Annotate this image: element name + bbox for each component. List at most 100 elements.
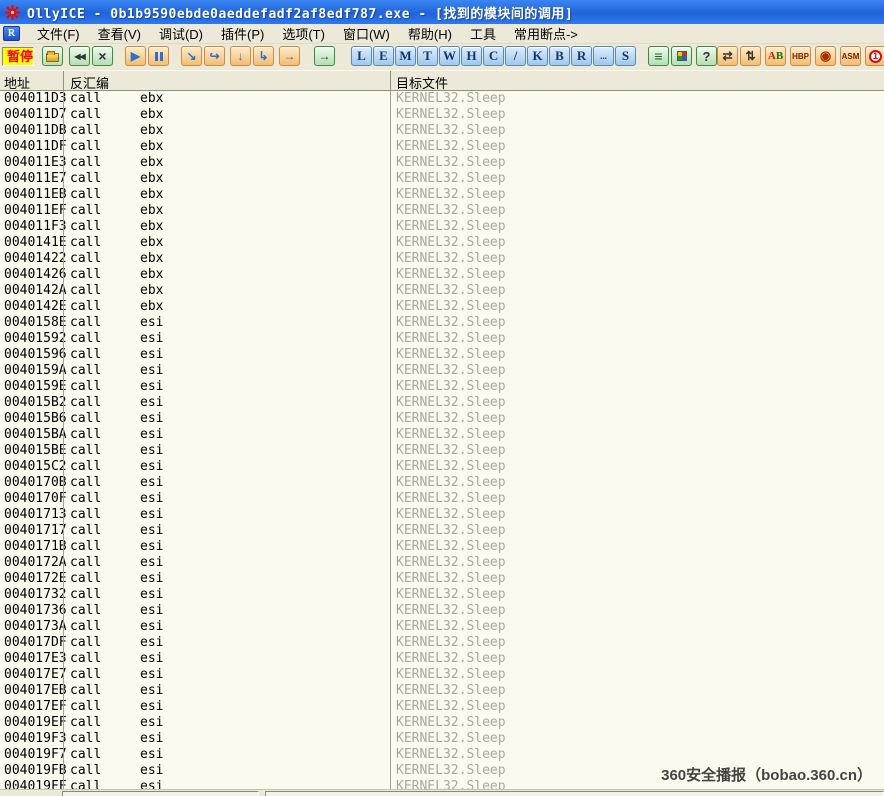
view-handles-button[interactable]: H xyxy=(461,46,483,66)
menu-item-help[interactable]: 帮助(H) xyxy=(399,22,461,45)
menu-item-file[interactable]: 文件(F) xyxy=(28,22,89,45)
table-row[interactable]: 0040159E call esi KERNEL32.Sleep xyxy=(0,379,884,395)
table-row[interactable]: 004019F3 call esi KERNEL32.Sleep xyxy=(0,731,884,747)
updown-arrows-button[interactable]: ⇅ xyxy=(740,46,762,66)
table-row[interactable]: 0040171B call esi KERNEL32.Sleep xyxy=(0,539,884,555)
menu-item-plugins[interactable]: 插件(P) xyxy=(212,22,273,45)
table-row[interactable]: 00401713 call esi KERNEL32.Sleep xyxy=(0,507,884,523)
table-row[interactable]: 004011EB call ebx KERNEL32.Sleep xyxy=(0,187,884,203)
table-row[interactable]: 004011D3 call ebx KERNEL32.Sleep xyxy=(0,91,884,107)
menu-item-tools[interactable]: 工具 xyxy=(461,22,505,45)
swap-arrows-button[interactable]: ⇄ xyxy=(717,46,739,66)
debug-options-button[interactable]: ≡ xyxy=(648,46,670,66)
table-row[interactable]: 004017E7 call esi KERNEL32.Sleep xyxy=(0,667,884,683)
pause-button[interactable] xyxy=(148,46,170,66)
view-executables-button[interactable]: E xyxy=(373,46,395,66)
help-button[interactable]: ? xyxy=(696,46,718,66)
column-divider[interactable] xyxy=(63,71,64,90)
view-source-button[interactable]: S xyxy=(615,46,637,66)
table-row[interactable]: 004011DB call ebx KERNEL32.Sleep xyxy=(0,123,884,139)
row-address: 00401422 xyxy=(4,251,67,266)
table-row[interactable]: 004015B2 call esi KERNEL32.Sleep xyxy=(0,395,884,411)
table-row[interactable]: 004017EF call esi KERNEL32.Sleep xyxy=(0,699,884,715)
table-row[interactable]: 004017EB call esi KERNEL32.Sleep xyxy=(0,683,884,699)
table-row[interactable]: 004011E3 call ebx KERNEL32.Sleep xyxy=(0,155,884,171)
view-patches-button[interactable]: / xyxy=(505,46,527,66)
one-breakpoint-button[interactable]: 1 xyxy=(865,46,884,66)
table-row[interactable]: 00401717 call esi KERNEL32.Sleep xyxy=(0,523,884,539)
execute-till-return-button[interactable]: → xyxy=(279,46,301,66)
open-file-button[interactable] xyxy=(42,46,64,66)
restart-button[interactable]: ◀◀ xyxy=(69,46,91,66)
view-cpu-button[interactable]: C xyxy=(483,46,505,66)
table-row[interactable]: 004019F7 call esi KERNEL32.Sleep xyxy=(0,747,884,763)
table-row[interactable]: 004017DF call esi KERNEL32.Sleep xyxy=(0,635,884,651)
view-call-stack-button[interactable]: K xyxy=(527,46,549,66)
table-row[interactable]: 0040142A call ebx KERNEL32.Sleep xyxy=(0,283,884,299)
run-button[interactable]: ▶ xyxy=(125,46,147,66)
table-row[interactable]: 004019EF call esi KERNEL32.Sleep xyxy=(0,715,884,731)
menu-item-debug[interactable]: 调试(D) xyxy=(150,22,212,45)
menu-item-common-breakpoints[interactable]: 常用断点-> xyxy=(505,22,587,45)
view-run-trace-button[interactable]: ... xyxy=(593,46,615,66)
appearance-button[interactable] xyxy=(671,46,693,66)
asm-button[interactable]: ASM xyxy=(840,46,862,66)
table-row[interactable]: 004015C2 call esi KERNEL32.Sleep xyxy=(0,459,884,475)
menu-item-options[interactable]: 选项(T) xyxy=(273,22,334,45)
trace-into-button[interactable]: ↓ xyxy=(230,46,252,66)
close-icon: × xyxy=(98,48,107,64)
table-row[interactable]: 004015B6 call esi KERNEL32.Sleep xyxy=(0,411,884,427)
table-row[interactable]: 004011E7 call ebx KERNEL32.Sleep xyxy=(0,171,884,187)
table-row[interactable]: 004011DF call ebx KERNEL32.Sleep xyxy=(0,139,884,155)
table-row[interactable]: 004015BE call esi KERNEL32.Sleep xyxy=(0,443,884,459)
menu-item-window[interactable]: 窗口(W) xyxy=(334,22,399,45)
row-operand: ebx xyxy=(140,235,164,250)
menu-item-view[interactable]: 查看(V) xyxy=(89,22,150,45)
table-row[interactable]: 0040141E call ebx KERNEL32.Sleep xyxy=(0,235,884,251)
table-row[interactable]: 004017E3 call esi KERNEL32.Sleep xyxy=(0,651,884,667)
view-threads-button[interactable]: T xyxy=(417,46,439,66)
view-log-button[interactable]: L xyxy=(351,46,373,66)
view-breakpoints-button[interactable]: B xyxy=(549,46,571,66)
hbp-button[interactable]: HBP xyxy=(790,46,812,66)
row-operand: ebx xyxy=(140,219,164,234)
table-row[interactable]: 0040172E call esi KERNEL32.Sleep xyxy=(0,571,884,587)
table-row[interactable]: 00401596 call esi KERNEL32.Sleep xyxy=(0,347,884,363)
table-row[interactable]: 004015BA call esi KERNEL32.Sleep xyxy=(0,427,884,443)
table-row[interactable]: 00401422 call ebx KERNEL32.Sleep xyxy=(0,251,884,267)
table-row[interactable]: 004011F3 call ebx KERNEL32.Sleep xyxy=(0,219,884,235)
table-row[interactable]: 0040173A call esi KERNEL32.Sleep xyxy=(0,619,884,635)
table-row[interactable]: 0040158E call esi KERNEL32.Sleep xyxy=(0,315,884,331)
table-row[interactable]: 00401736 call esi KERNEL32.Sleep xyxy=(0,603,884,619)
row-target: KERNEL32.Sleep xyxy=(396,699,506,714)
table-row[interactable]: 004011EF call ebx KERNEL32.Sleep xyxy=(0,203,884,219)
row-address: 004015C2 xyxy=(4,459,67,474)
mdi-child-icon[interactable]: R xyxy=(3,26,20,41)
table-row[interactable]: 0040170F call esi KERNEL32.Sleep xyxy=(0,491,884,507)
table-row[interactable]: 0040172A call esi KERNEL32.Sleep xyxy=(0,555,884,571)
column-divider[interactable] xyxy=(390,71,391,90)
table-row[interactable]: 0040159A call esi KERNEL32.Sleep xyxy=(0,363,884,379)
table-row[interactable]: 00401426 call ebx KERNEL32.Sleep xyxy=(0,267,884,283)
column-header-target-file[interactable]: 目标文件 xyxy=(396,73,448,92)
view-windows-button[interactable]: W xyxy=(439,46,461,66)
swap-arrows-icon: ⇄ xyxy=(722,49,733,63)
ab-appearance-button[interactable]: AB xyxy=(765,46,787,66)
column-header-address[interactable]: 地址 xyxy=(4,73,30,92)
table-row[interactable]: 00401732 call esi KERNEL32.Sleep xyxy=(0,587,884,603)
table-row[interactable]: 00401592 call esi KERNEL32.Sleep xyxy=(0,331,884,347)
table-row[interactable]: 0040170B call esi KERNEL32.Sleep xyxy=(0,475,884,491)
view-memory-button[interactable]: M xyxy=(395,46,417,66)
go-to-button[interactable]: → xyxy=(314,46,336,66)
row-mnemonic: call xyxy=(70,379,102,394)
trace-over-button[interactable]: ↳ xyxy=(253,46,275,66)
table-row[interactable]: 0040142E call ebx KERNEL32.Sleep xyxy=(0,299,884,315)
bullseye-button[interactable]: ◉ xyxy=(815,46,837,66)
view-references-button[interactable]: R xyxy=(571,46,593,66)
row-target: KERNEL32.Sleep xyxy=(396,331,506,346)
close-button[interactable]: × xyxy=(92,46,114,66)
table-row[interactable]: 004011D7 call ebx KERNEL32.Sleep xyxy=(0,107,884,123)
column-header-disassembly[interactable]: 反汇编 xyxy=(70,73,109,92)
step-into-button[interactable]: ↘ xyxy=(181,46,203,66)
step-over-button[interactable]: ↪ xyxy=(204,46,226,66)
